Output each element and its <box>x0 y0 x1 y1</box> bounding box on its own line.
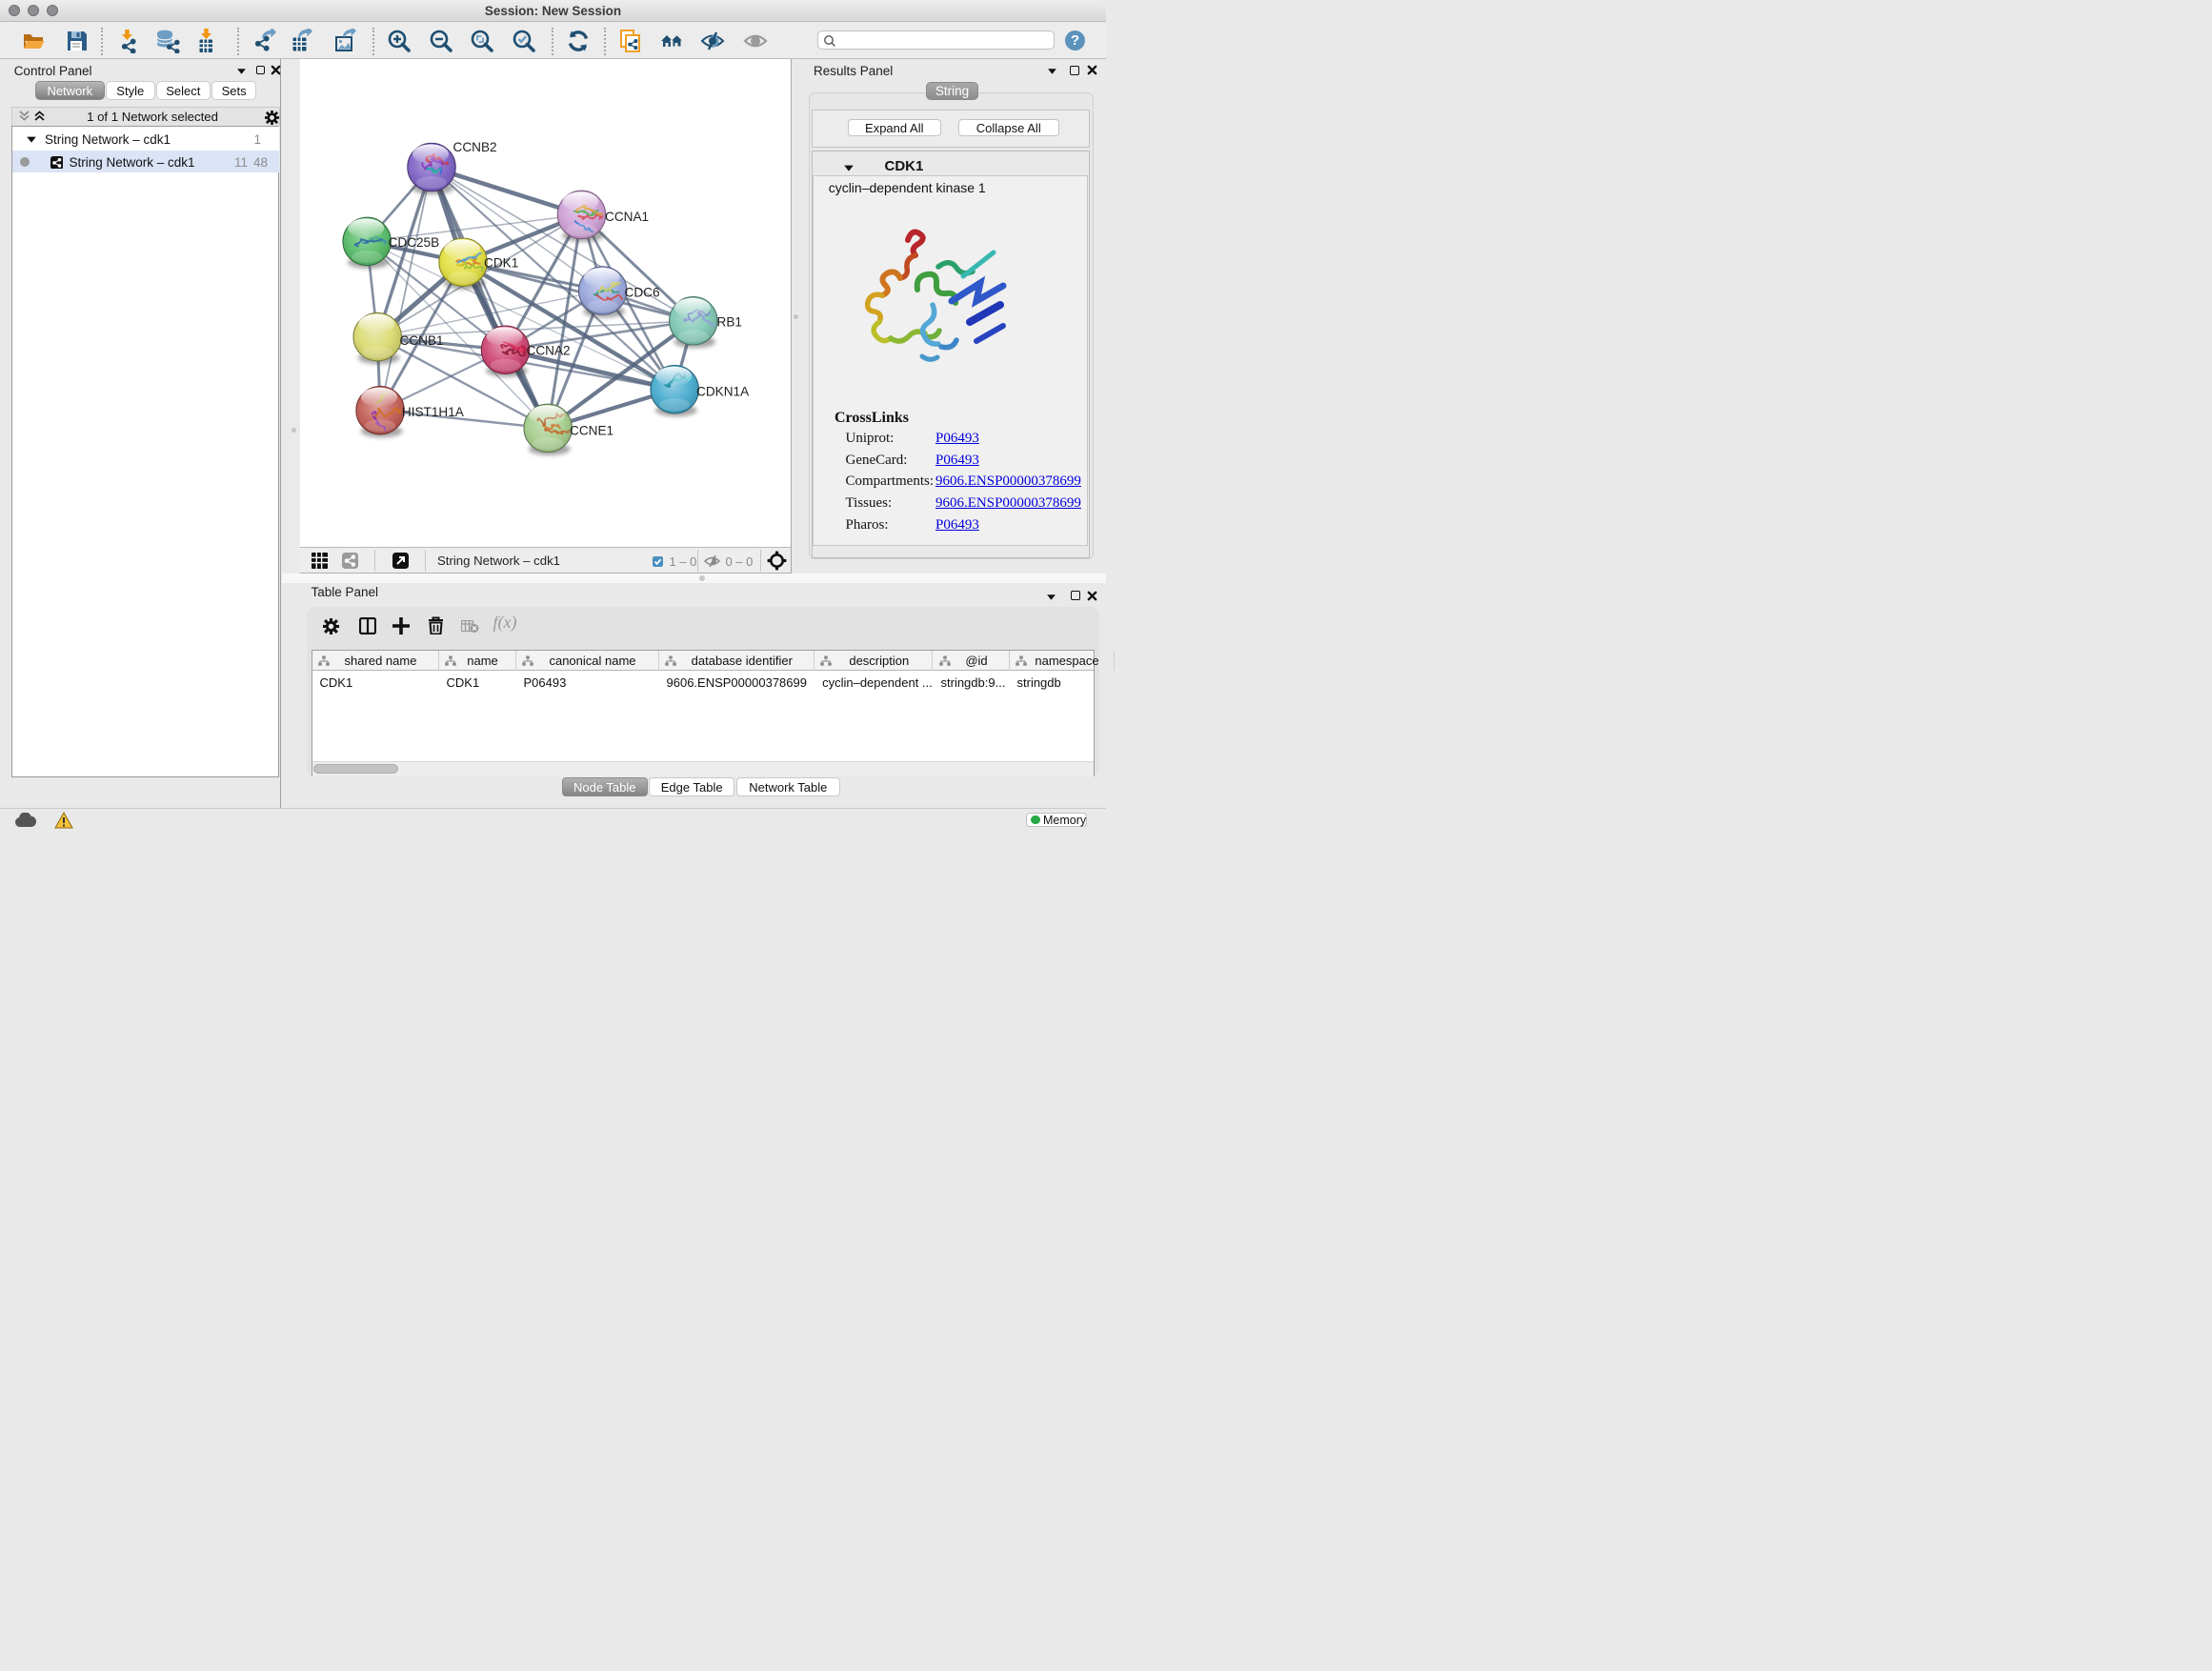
svg-text:CDK1: CDK1 <box>484 256 518 271</box>
svg-text:CCNA2: CCNA2 <box>526 344 570 358</box>
svg-text:CDC25B: CDC25B <box>388 235 439 250</box>
svg-text:CCNA1: CCNA1 <box>605 210 649 224</box>
svg-text:RB1: RB1 <box>716 315 741 330</box>
svg-text:CCNB1: CCNB1 <box>399 333 443 348</box>
svg-text:HIST1H1A: HIST1H1A <box>401 405 464 419</box>
svg-text:CDKN1A: CDKN1A <box>696 385 750 399</box>
svg-text:CCNB2: CCNB2 <box>452 140 496 154</box>
svg-text:CCNE1: CCNE1 <box>570 424 613 438</box>
svg-text:CDC6: CDC6 <box>624 286 659 300</box>
